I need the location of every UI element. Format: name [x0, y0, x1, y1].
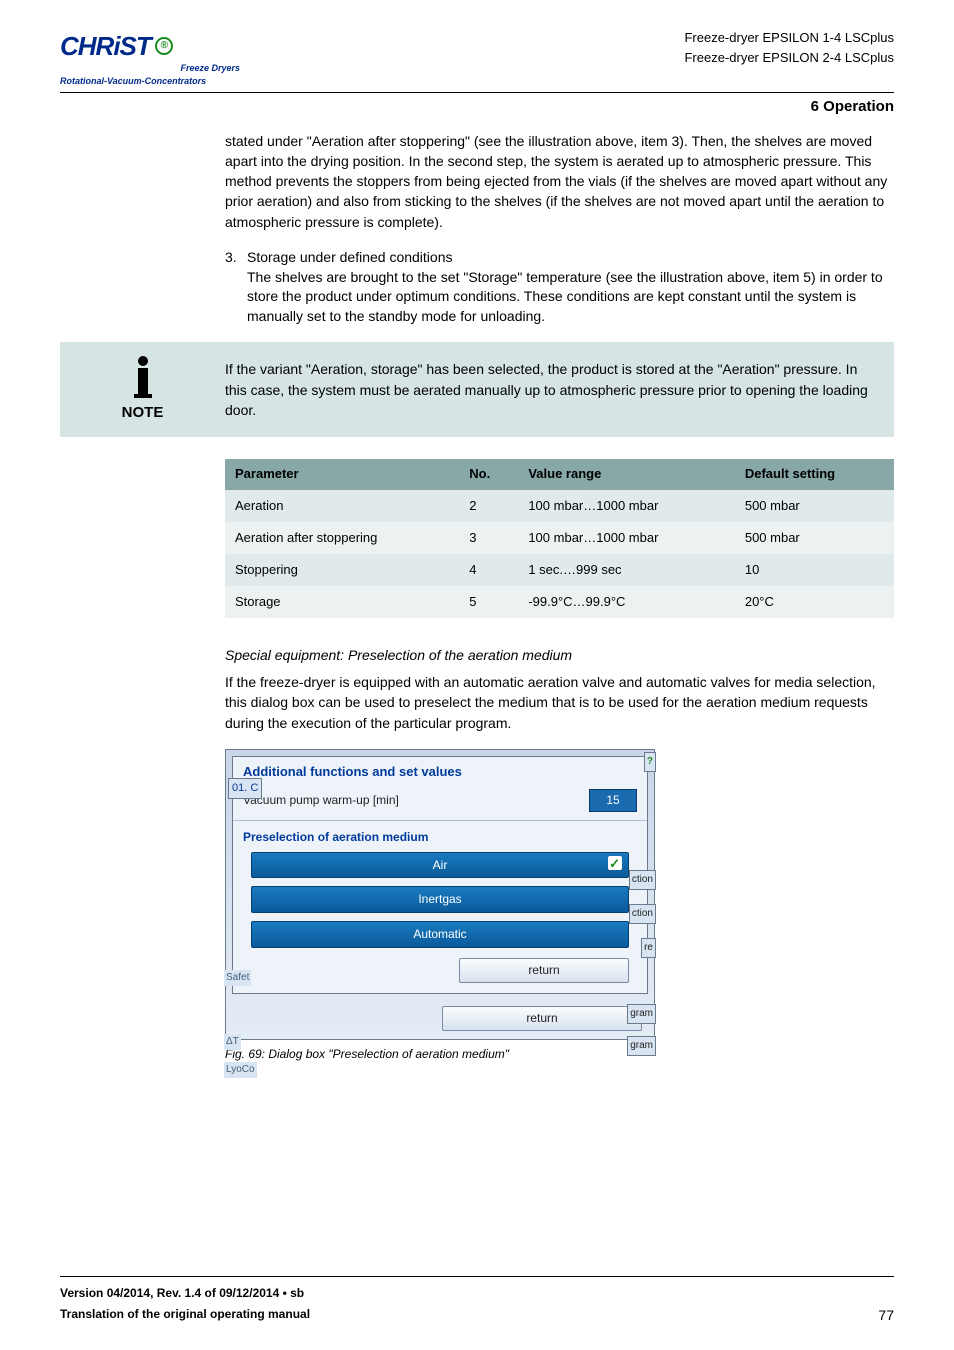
- info-icon: [138, 356, 148, 396]
- table-row: Aeration after stoppering 3 100 mbar…100…: [225, 522, 894, 554]
- list-item-body: The shelves are brought to the set "Stor…: [247, 268, 894, 327]
- figure-caption: Fig. 69: Dialog box "Preselection of aer…: [225, 1046, 894, 1063]
- page-header: CHRiST ® Freeze Dryers Rotational-Vacuum…: [60, 28, 894, 88]
- section-title: 6 Operation: [60, 92, 894, 117]
- sub-heading: Special equipment: Preselection of the a…: [225, 646, 894, 666]
- parameter-table: Parameter No. Value range Default settin…: [225, 459, 894, 618]
- cut-tab: re: [641, 938, 656, 958]
- inertgas-button[interactable]: Inertgas: [251, 886, 629, 913]
- cell: Aeration after stoppering: [225, 522, 459, 554]
- cut-tab: gram: [627, 1004, 656, 1024]
- page-number: 77: [878, 1306, 894, 1326]
- cut-tab: ΔT: [224, 1034, 241, 1050]
- dialog-subheading: Preselection of aeration medium: [233, 821, 647, 848]
- header-product: Freeze-dryer EPSILON 1-4 LSCplus Freeze-…: [684, 28, 894, 67]
- th-default: Default setting: [735, 459, 894, 489]
- cut-tab: ction: [629, 870, 656, 890]
- logo: CHRiST ® Freeze Dryers Rotational-Vacuum…: [60, 28, 240, 88]
- air-button[interactable]: Air: [251, 852, 629, 879]
- list-number: 3.: [225, 248, 247, 326]
- dialog-screenshot: 01. C ? ction ction re gram gram Safet Δ…: [225, 749, 655, 1040]
- table-row: Stoppering 4 1 sec.…999 sec 10: [225, 554, 894, 586]
- th-range: Value range: [518, 459, 735, 489]
- dialog-badge: 01. C: [228, 778, 262, 799]
- note-label: NOTE: [122, 402, 164, 423]
- cell: 3: [459, 522, 518, 554]
- cell: 10: [735, 554, 894, 586]
- footer-version: Version 04/2014, Rev. 1.4 of 09/12/2014 …: [60, 1283, 310, 1305]
- table-header-row: Parameter No. Value range Default settin…: [225, 459, 894, 489]
- help-icon[interactable]: ?: [644, 752, 656, 772]
- product-line-2: Freeze-dryer EPSILON 2-4 LSCplus: [684, 48, 894, 68]
- cut-tab: Safet: [224, 970, 251, 986]
- dialog-title: Additional functions and set values: [233, 757, 647, 785]
- logo-brand-text: CHRiST: [60, 28, 151, 64]
- th-no: No.: [459, 459, 518, 489]
- cell: 100 mbar…1000 mbar: [518, 490, 735, 522]
- cut-tab: gram: [627, 1036, 656, 1056]
- cell: 100 mbar…1000 mbar: [518, 522, 735, 554]
- list-item-title: Storage under defined conditions: [247, 248, 894, 268]
- paragraph-continuation: stated under "Aeration after stoppering"…: [225, 131, 894, 232]
- cut-tab: ction: [629, 904, 656, 924]
- inner-return-button[interactable]: return: [459, 958, 629, 983]
- logo-brand: CHRiST ®: [60, 28, 173, 64]
- cut-tab: LyoCo: [224, 1062, 257, 1078]
- automatic-button[interactable]: Automatic: [251, 921, 629, 948]
- registered-icon: ®: [155, 37, 173, 55]
- outer-return-button[interactable]: return: [442, 1006, 642, 1031]
- cell: 4: [459, 554, 518, 586]
- cell: Aeration: [225, 490, 459, 522]
- note-text: If the variant "Aeration, storage" has b…: [225, 359, 876, 420]
- cell: 2: [459, 490, 518, 522]
- page-footer: Version 04/2014, Rev. 1.4 of 09/12/2014 …: [60, 1276, 894, 1326]
- logo-sub2: Rotational-Vacuum-Concentrators: [60, 75, 240, 88]
- table-row: Storage 5 -99.9°C…99.9°C 20°C: [225, 586, 894, 618]
- cell: 500 mbar: [735, 522, 894, 554]
- cell: Stoppering: [225, 554, 459, 586]
- cell: 5: [459, 586, 518, 618]
- product-line-1: Freeze-dryer EPSILON 1-4 LSCplus: [684, 28, 894, 48]
- footer-translation: Translation of the original operating ma…: [60, 1304, 310, 1326]
- cell: 500 mbar: [735, 490, 894, 522]
- cell: 1 sec.…999 sec: [518, 554, 735, 586]
- cell: Storage: [225, 586, 459, 618]
- pump-warmup-value[interactable]: 15: [589, 789, 637, 812]
- numbered-item-3: 3. Storage under defined conditions The …: [225, 248, 894, 326]
- note-callout: NOTE If the variant "Aeration, storage" …: [60, 342, 894, 437]
- cell: 20°C: [735, 586, 894, 618]
- special-paragraph: If the freeze-dryer is equipped with an …: [225, 672, 894, 733]
- table-row: Aeration 2 100 mbar…1000 mbar 500 mbar: [225, 490, 894, 522]
- pump-warmup-label: Vacuum pump warm-up [min]: [243, 792, 589, 809]
- th-parameter: Parameter: [225, 459, 459, 489]
- cell: -99.9°C…99.9°C: [518, 586, 735, 618]
